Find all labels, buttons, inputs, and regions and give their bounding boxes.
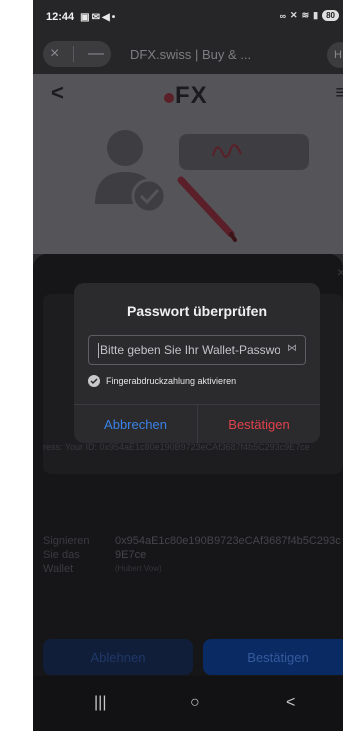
- eye-closed-icon[interactable]: ⋈: [287, 343, 297, 354]
- confirm-button[interactable]: Bestätigen: [198, 405, 320, 443]
- password-field[interactable]: ⋈: [88, 335, 306, 365]
- phone-screen: 12:44 ▣✉◀• ∞ ✕ ≋ ▮ 80 × — DFX.swiss | Bu…: [33, 0, 343, 731]
- home-icon[interactable]: ○: [190, 694, 200, 712]
- menu-icon[interactable]: ≡: [335, 82, 343, 105]
- wallet-name: (Hubert Vow): [115, 564, 162, 573]
- tab-controls: × —: [43, 41, 111, 67]
- link-icon: ∞: [279, 10, 287, 21]
- mute-icon: ✕: [290, 10, 298, 20]
- sign-address: 0x954aE1c80e190B9723eCAf3687f4b5C293c9E7…: [115, 535, 341, 561]
- battery-indicator: 80: [322, 10, 339, 21]
- image-icon: ▣: [80, 11, 92, 23]
- dimmed-page: < FX ≡: [33, 74, 343, 254]
- close-tab-icon[interactable]: ×: [50, 45, 59, 63]
- tab-menu-icon[interactable]: —: [88, 45, 104, 63]
- password-input[interactable]: [100, 343, 280, 357]
- dfx-logo: FX: [164, 82, 208, 110]
- signal-icon: ▮: [313, 10, 319, 20]
- message-text: ress: Your ID: 0x954aE1c80e190B9723eCAf3…: [43, 442, 310, 452]
- sign-label: Signieren Sie das Wallet: [43, 535, 90, 575]
- mail-icon: ✉: [91, 11, 102, 23]
- send-icon: ◀: [101, 11, 112, 23]
- status-time: 12:44: [46, 11, 75, 23]
- notification-icons: ▣✉◀•: [80, 12, 117, 23]
- text-cursor: [98, 342, 99, 358]
- tab-separator: [73, 46, 75, 62]
- recents-icon[interactable]: |||: [94, 694, 106, 712]
- check-icon[interactable]: [88, 375, 100, 387]
- dot-icon: •: [111, 11, 118, 23]
- system-icons: ∞ ✕ ≋ ▮ 80: [280, 10, 339, 21]
- reject-button[interactable]: Ablehnen: [43, 639, 193, 675]
- logo-text: FX: [175, 82, 208, 109]
- fingerprint-label: Fingerabdruckzahlung aktivieren: [106, 376, 237, 386]
- logo-dot: [164, 93, 174, 103]
- close-icon[interactable]: ×: [337, 264, 343, 280]
- browser-toolbar: × — DFX.swiss | Buy & ... H: [33, 34, 343, 74]
- page-title[interactable]: DFX.swiss | Buy & ...: [130, 47, 251, 62]
- sheet-confirm-button[interactable]: Bestätigen: [203, 639, 343, 675]
- fingerprint-option[interactable]: Fingerabdruckzahlung aktivieren: [88, 375, 236, 387]
- dialog-title: Passwort überprüfen: [126, 303, 268, 319]
- status-bar: 12:44 ▣✉◀• ∞ ✕ ≋ ▮ 80: [33, 0, 343, 34]
- wifi-icon: ≋: [301, 10, 310, 20]
- avatar[interactable]: H: [327, 42, 343, 68]
- back-icon[interactable]: <: [51, 80, 64, 106]
- nav-back-icon[interactable]: <: [286, 694, 295, 712]
- password-dialog: Passwort überprüfen ⋈ Fingerabdruckzahlu…: [74, 283, 320, 443]
- signature-illustration-icon: [95, 130, 309, 242]
- system-nav-bar: ||| ○ <: [33, 676, 343, 731]
- cancel-button[interactable]: Abbrechen: [74, 405, 197, 443]
